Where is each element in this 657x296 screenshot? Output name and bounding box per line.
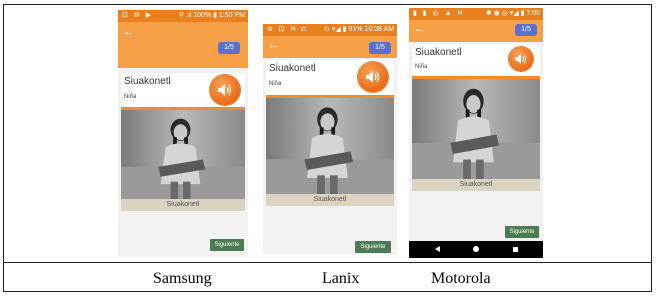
speaker-icon [515, 53, 527, 65]
page-counter: 1/5 [515, 24, 537, 36]
word-title: Siuakonetl [124, 76, 171, 87]
status-bar: ▮ ▮ ◎ ▲ N ✱ ◉ ◎ ▾◢ ▮ 7:00 [409, 8, 543, 20]
nav-home-icon[interactable] [473, 246, 479, 252]
app-bar: ← 1/5 [263, 36, 397, 58]
sound-button[interactable] [210, 75, 240, 105]
status-icons-left: ⊘ ⊡ N ◘ [267, 26, 308, 33]
girl-photo [121, 110, 245, 199]
word-title: Siuakonetl [415, 47, 462, 58]
android-nav-bar [409, 241, 543, 258]
status-bar: ⊘ ⊡ N ◘ ⊙ ▾◢ ▮ 91% 10:38 AM [263, 24, 397, 36]
next-button[interactable]: Siguiente [210, 239, 244, 251]
app-bar: ← 1/5 [409, 20, 543, 42]
word-card: Siuakonetl Niña [412, 44, 540, 76]
arrow-left-icon[interactable]: ← [268, 39, 279, 51]
sound-button[interactable] [509, 47, 533, 71]
nav-back-icon[interactable] [435, 246, 440, 252]
status-icons-right: ✱ ◉ ◎ ▾◢ ▮ 7:00 [485, 10, 540, 17]
girl-photo [266, 98, 394, 194]
phone-screen-lanix: ⊘ ⊡ N ◘ ⊙ ▾◢ ▮ 91% 10:38 AM ← 1/5 Siuako… [263, 24, 397, 254]
word-title: Siuakonetl [269, 63, 316, 74]
status-icons-left: ⊡ ✉ ▶ [122, 12, 154, 19]
status-icons-left: ▮ ▮ ◎ ▲ N [413, 10, 465, 17]
page-counter: 1/5 [218, 42, 240, 54]
arrow-left-icon[interactable]: ← [414, 23, 425, 35]
device-label-lanix: Lanix [322, 270, 360, 287]
phone-screen-motorola: ▮ ▮ ◎ ▲ N ✱ ◉ ◎ ▾◢ ▮ 7:00 ← 1/5 Siuakone… [409, 8, 543, 258]
status-icons-right: ⚲ .ıl 100% ▮ 1:50 PM [178, 12, 245, 19]
next-button[interactable]: Siguiente [505, 226, 539, 238]
speaker-icon [218, 84, 232, 96]
word-subtitle: Niña [415, 64, 428, 70]
word-card: Siuakonetl Niña [121, 73, 245, 107]
girl-photo [412, 79, 540, 179]
image-caption: Siuakonetl [121, 199, 245, 211]
word-subtitle: Niña [124, 94, 137, 100]
image-caption: Siuakonetl [266, 194, 394, 206]
speaker-icon [366, 71, 380, 83]
phone-screen-samsung: ⊡ ✉ ▶ ⚲ .ıl 100% ▮ 1:50 PM ← 1/5 Siuakon… [118, 10, 248, 257]
word-card: Siuakonetl Niña [266, 60, 394, 95]
device-label-samsung: Samsung [153, 270, 212, 287]
app-bar: ← 1/5 [118, 22, 248, 68]
status-icons-right: ⊙ ▾◢ ▮ 91% 10:38 AM [324, 26, 394, 33]
status-bar: ⊡ ✉ ▶ ⚲ .ıl 100% ▮ 1:50 PM [118, 10, 248, 22]
image-caption: Siuakonetl [412, 179, 540, 191]
device-label-motorola: Motorola [431, 270, 491, 287]
arrow-left-icon[interactable]: ← [123, 26, 134, 38]
page-counter: 1/5 [369, 42, 391, 54]
label-divider [3, 262, 652, 263]
nav-recent-icon[interactable] [513, 247, 518, 252]
word-subtitle: Niña [269, 81, 282, 87]
sound-button[interactable] [358, 62, 388, 92]
next-button[interactable]: Siguiente [355, 241, 391, 253]
